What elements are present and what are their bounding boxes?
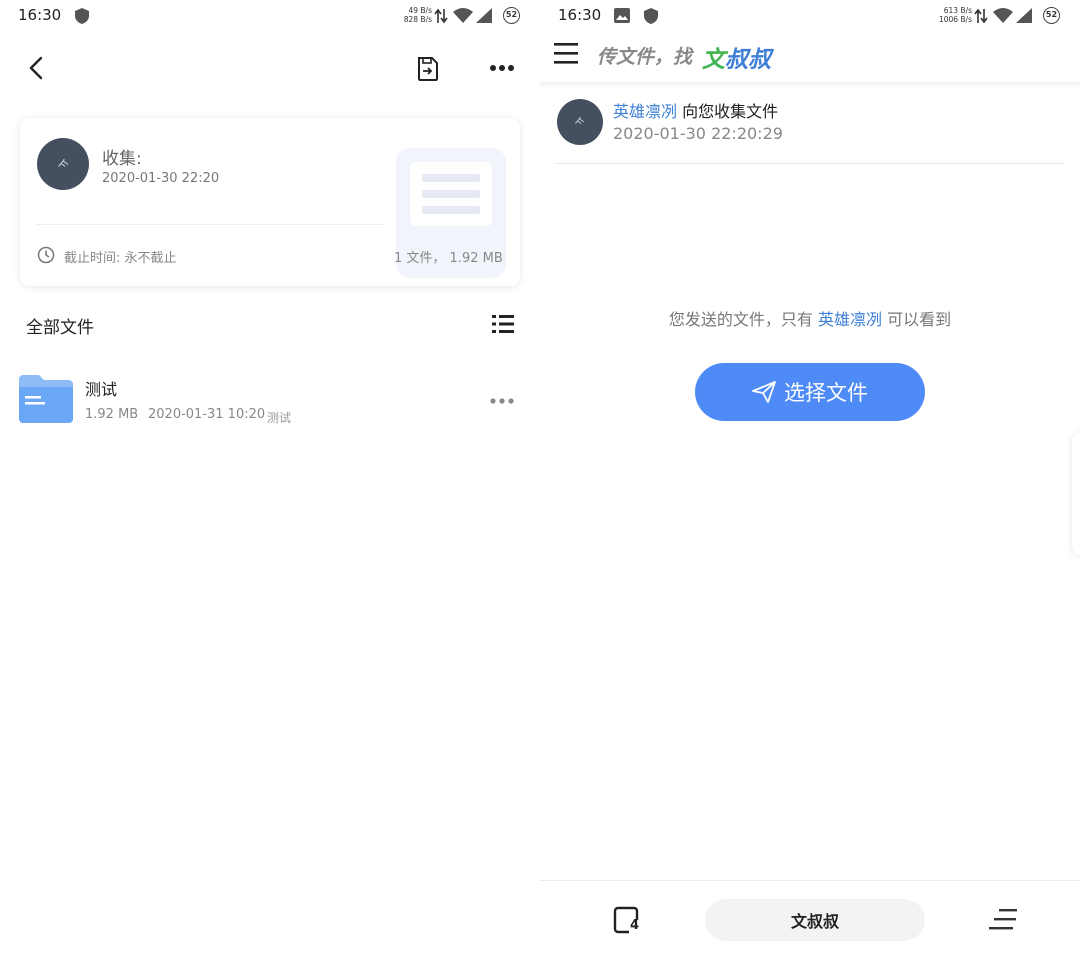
wifi-icon [993, 8, 1013, 23]
file-row[interactable]: 测试 1.92 MB 2020-01-31 10:20 测试 [0, 362, 540, 438]
brand-name: 文叔叔 [702, 40, 771, 74]
brand-slogan: 传文件，找 [597, 46, 693, 68]
message-user-link[interactable]: 英雄凛冽 [613, 102, 677, 121]
brand-name-rest: 叔叔 [725, 47, 771, 73]
status-time: 16:30 [558, 6, 602, 24]
save-to-drive-icon[interactable] [416, 56, 440, 82]
signal-icon [1016, 8, 1032, 23]
privacy-user-link[interactable]: 英雄凛冽 [818, 310, 882, 329]
battery-indicator: 52 [503, 7, 520, 24]
file-summary: 1 文件， 1.92 MB [394, 251, 503, 266]
message-divider [556, 163, 1064, 164]
header-shadow [540, 82, 1080, 88]
collection-card[interactable]: 收集: 2020-01-30 22:20 截止时间: 永不截止 1 文件， 1.… [20, 118, 520, 286]
shield-icon [75, 8, 89, 24]
select-file-label: 选择文件 [784, 381, 868, 405]
more-options-icon[interactable] [489, 64, 515, 72]
bottom-nav-divider [540, 880, 1080, 881]
image-notification-icon [614, 8, 630, 23]
signal-icon [476, 8, 492, 23]
edge-panel-handle[interactable] [1072, 432, 1080, 556]
list-view-icon[interactable] [492, 314, 514, 334]
privacy-note: 您发送的文件，只有 英雄凛冽 可以看到 [540, 306, 1080, 330]
data-arrows-icon [974, 8, 988, 24]
paper-plane-icon [752, 381, 776, 403]
avatar [557, 99, 603, 145]
net-down: 1006 B/s [938, 15, 972, 24]
net-speed: 49 B/s 828 B/s [392, 6, 432, 24]
brand-name-first-char: 文 [702, 47, 725, 73]
avatar-bug-icon [57, 158, 69, 167]
net-down: 828 B/s [403, 15, 432, 24]
privacy-after: 可以看到 [887, 310, 952, 329]
windows-tab-button[interactable]: 4 [613, 906, 643, 936]
hamburger-menu-icon[interactable] [554, 42, 578, 64]
sort-menu-icon[interactable] [989, 908, 1017, 932]
message-text: 向您收集文件 [682, 102, 779, 121]
file-size: 1.92 MB [85, 407, 139, 422]
home-tab-pill[interactable]: 文叔叔 [705, 899, 925, 941]
back-arrow-icon[interactable] [26, 56, 48, 80]
message-line: 英雄凛冽 向您收集文件 [613, 98, 778, 122]
section-title: 全部文件 [26, 318, 94, 338]
wenshushu-home-screen: 16:30 613 B/s 1006 B/s 52 传文件，找 文叔叔 英雄凛冽… [540, 0, 1080, 960]
deadline-text: 截止时间: 永不截止 [64, 251, 177, 266]
battery-indicator: 52 [1043, 7, 1060, 24]
status-time: 16:30 [18, 6, 62, 24]
net-up: 49 B/s [408, 6, 432, 15]
select-file-button[interactable]: 选择文件 [695, 363, 925, 421]
windows-count-badge: 4 [630, 918, 640, 933]
file-more-icon[interactable] [489, 397, 515, 405]
collection-title: 收集: [102, 149, 142, 169]
folder-icon [19, 375, 73, 423]
message-time: 2020-01-30 22:20:29 [613, 124, 783, 143]
card-divider [36, 224, 384, 225]
privacy-before: 您发送的文件，只有 [668, 310, 813, 329]
file-name: 测试 [85, 380, 118, 399]
avatar [37, 138, 89, 190]
avatar-bug-icon [575, 117, 585, 125]
data-arrows-icon [434, 8, 448, 24]
file-date: 2020-01-31 10:20 [148, 407, 266, 422]
net-speed: 613 B/s 1006 B/s [928, 6, 972, 24]
file-tag: 测试 [267, 411, 292, 425]
wifi-icon [453, 8, 473, 23]
clock-icon [37, 246, 55, 264]
collection-detail-screen: 16:30 49 B/s 828 B/s 52 收集: 2020-01-30 2… [0, 0, 540, 960]
collection-date: 2020-01-30 22:20 [102, 171, 220, 186]
shield-icon [644, 8, 658, 24]
net-up: 613 B/s [943, 6, 972, 15]
